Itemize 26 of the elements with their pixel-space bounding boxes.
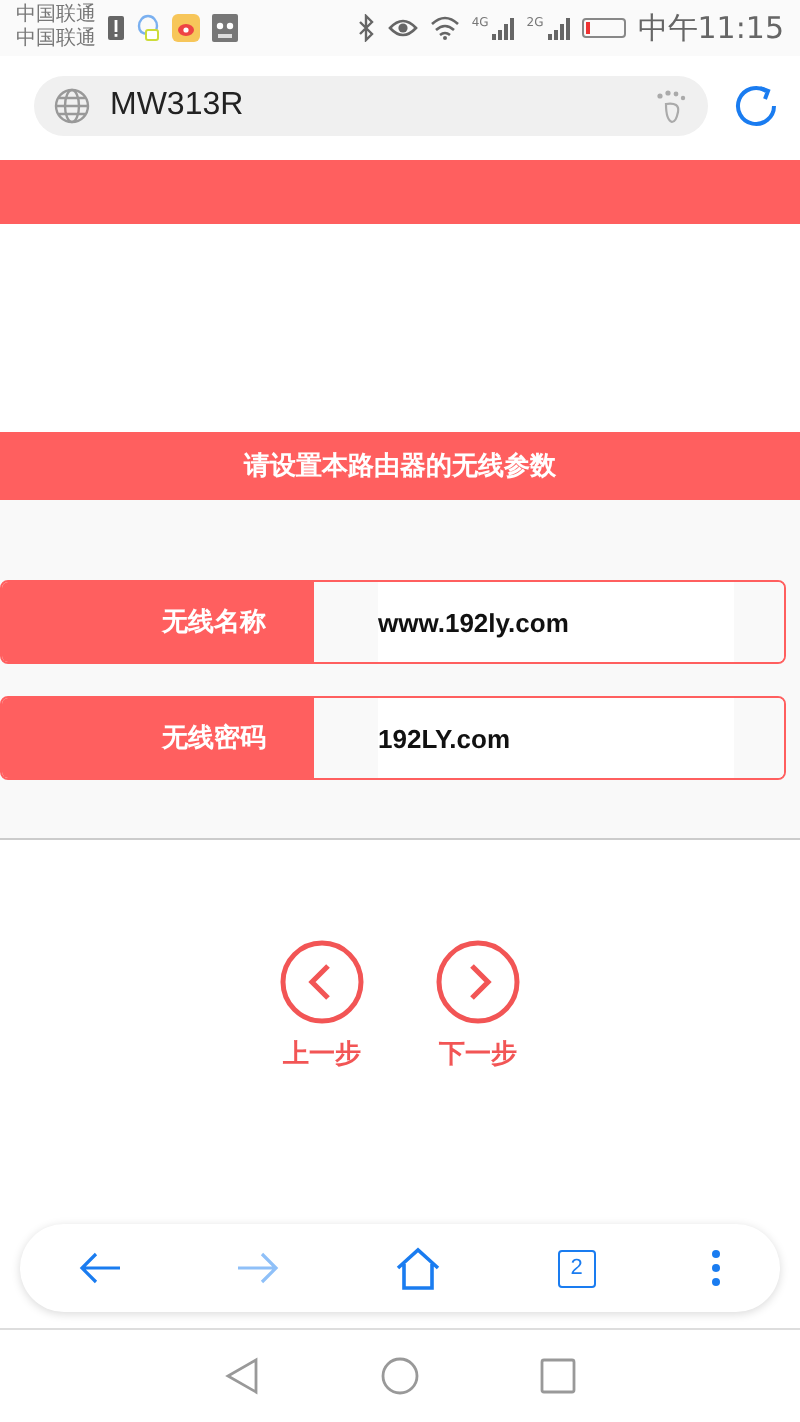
- home-icon[interactable]: [394, 1246, 443, 1290]
- url-text: MW313R: [110, 88, 246, 124]
- signal-icon: [547, 16, 570, 40]
- robot-app-icon: [212, 14, 238, 42]
- eye-app-icon: [172, 14, 200, 42]
- back-triangle-icon[interactable]: [224, 1356, 260, 1396]
- signal-icon: [492, 16, 515, 40]
- sim-alert-icon: [108, 16, 124, 40]
- more-icon[interactable]: [710, 1248, 723, 1288]
- globe-icon: [54, 88, 90, 124]
- address-bar[interactable]: MW313R: [34, 76, 708, 136]
- clock-time: 中午11:15: [637, 9, 784, 47]
- home-circle-icon[interactable]: [380, 1356, 420, 1396]
- wifi-icon: [429, 16, 460, 40]
- eye-icon: [387, 16, 418, 40]
- tab-count-button[interactable]: 2: [557, 1249, 596, 1287]
- recents-square-icon[interactable]: [540, 1358, 576, 1394]
- battery-icon: [581, 18, 626, 38]
- reload-icon[interactable]: [732, 82, 780, 130]
- back-arrow-icon[interactable]: [77, 1250, 122, 1286]
- bluetooth-icon: [357, 14, 376, 42]
- carrier-name: 中国联通: [16, 28, 96, 52]
- chat-bubble-icon: [136, 14, 160, 42]
- section-title: 请设置本路由器的无线参数: [0, 432, 800, 500]
- footprint-icon: [656, 88, 688, 124]
- carrier-name: 中国联通: [16, 4, 96, 27]
